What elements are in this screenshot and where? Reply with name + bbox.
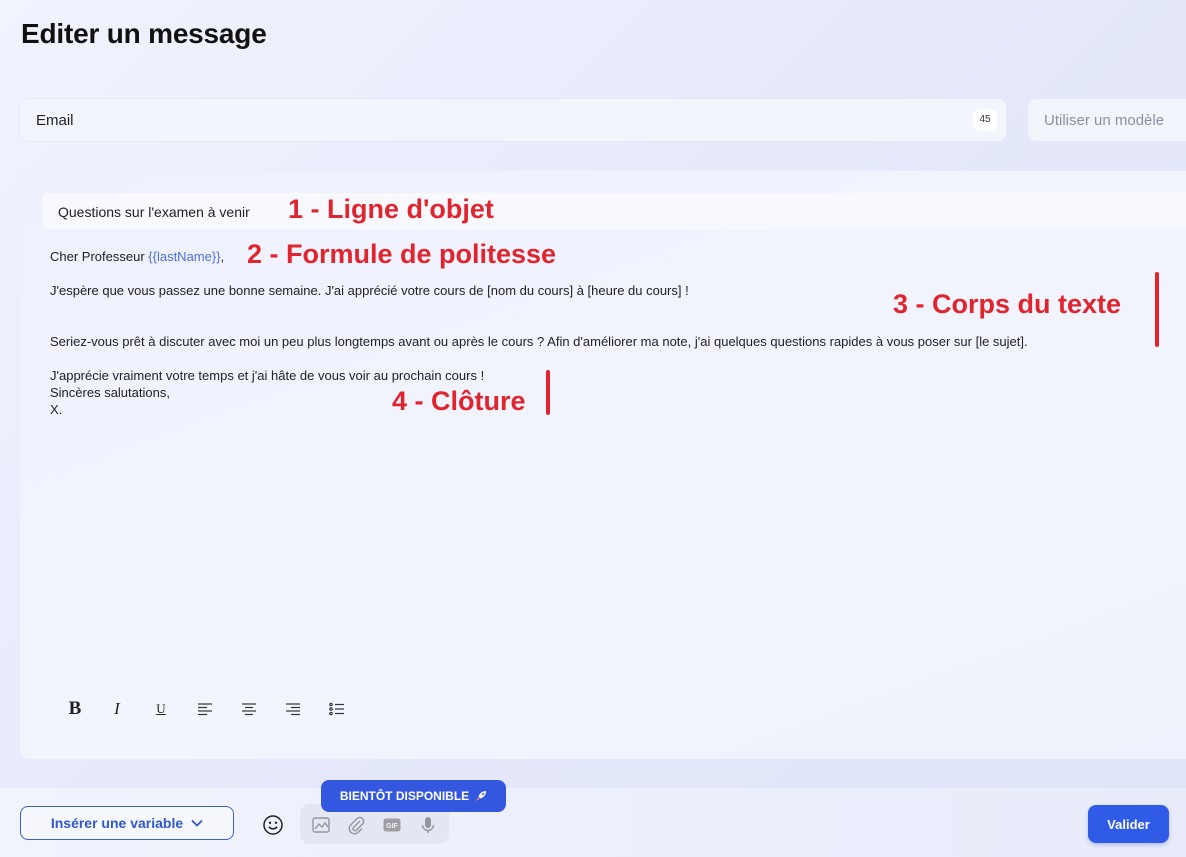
annotation-closing-bar [546,370,550,415]
bold-button[interactable]: B [60,698,90,719]
align-center-button[interactable] [234,699,264,719]
closing-line-3: X. [50,402,63,417]
subject-input[interactable]: Questions sur l'examen à venir [42,193,1186,229]
align-center-icon [242,703,256,716]
annotation-closing: 4 - Clôture [392,386,526,416]
character-count-badge: 45 [973,109,997,131]
template-placeholder: Utiliser un modèle [1044,112,1165,129]
paperclip-icon[interactable] [346,815,366,835]
emoji-icon[interactable] [262,814,284,836]
validate-button[interactable]: Valider [1088,805,1169,843]
variable-token[interactable]: {{lastName}} [148,249,220,264]
microphone-icon[interactable] [418,815,438,835]
closing-line-1: J'apprécie vraiment votre temps et j'ai … [50,368,485,383]
gif-label: GIF [386,823,398,830]
body-paragraph-1: J'espère que vous passez une bonne semai… [50,283,689,298]
body-paragraph-2: Seriez-vous prêt à discuter avec moi un … [50,334,1028,349]
underline-button[interactable]: U [146,699,176,719]
annotation-body: 3 - Corps du texte [893,289,1122,319]
insert-variable-button[interactable]: Insérer une variable [20,806,234,840]
bullet-list-button[interactable] [322,699,352,719]
align-right-icon [286,703,300,716]
rocket-icon [476,791,487,801]
subject-value: Questions sur l'examen à venir [58,204,250,220]
annotation-subject: 1 - Ligne d'objet [288,194,494,224]
align-left-button[interactable] [190,699,220,719]
closing-line-2: Sincères salutations, [50,385,170,400]
coming-soon-label: BIENTÔT DISPONIBLE [339,789,470,803]
message-editor[interactable]: Questions sur l'examen à venir 1 - Ligne… [20,171,1186,759]
bullet-list-icon [329,702,344,716]
page-title: Editer un message [21,18,267,49]
bottom-bar: Insérer une variable GIF Valider [0,788,1186,857]
coming-soon-badge: BIENTÔT DISPONIBLE [321,780,506,812]
annotation-body-bar [1155,272,1159,347]
gif-icon[interactable]: GIF [382,815,402,835]
align-right-button[interactable] [278,699,308,719]
italic-button[interactable]: I [102,699,132,719]
chevron-down-icon [191,819,203,827]
greeting-line: Cher Professeur {{lastName}}, [50,249,224,264]
greeting-suffix: , [220,249,225,264]
insert-variable-label: Insérer une variable [50,815,184,831]
template-select[interactable]: Utiliser un modèle [1028,99,1186,141]
align-left-icon [198,703,212,716]
annotation-greeting: 2 - Formule de politesse [247,239,557,269]
channel-value: Email [36,112,74,129]
greeting-prefix: Cher Professeur [50,249,149,264]
image-icon[interactable] [311,815,331,835]
channel-select[interactable]: Email 45 [20,99,1006,141]
